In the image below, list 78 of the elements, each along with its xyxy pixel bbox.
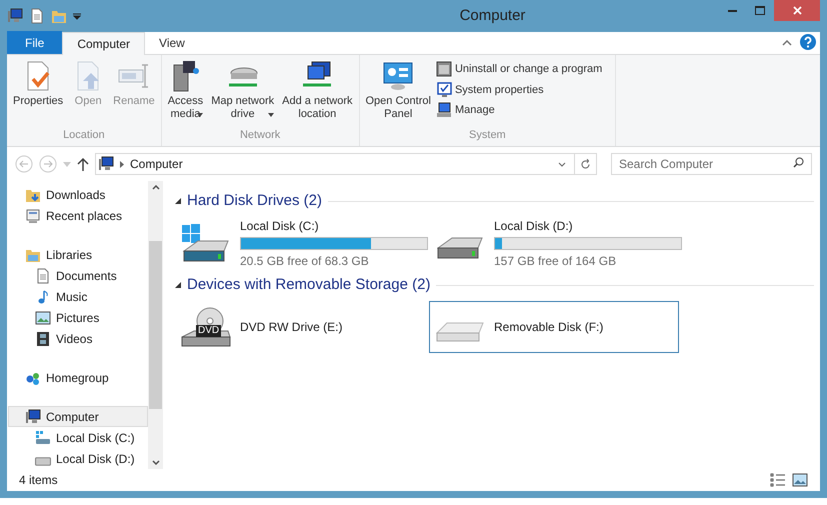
navigation-item[interactable]: Local Disk (C:) <box>8 427 148 448</box>
ribbon-button[interactable]: Access media <box>164 59 206 126</box>
chevron-up-icon <box>152 185 160 190</box>
navigation-item[interactable]: Libraries <box>8 244 148 265</box>
navigation-item[interactable]: Local Disk (D:) <box>8 448 148 469</box>
chevron-down-icon[interactable] <box>558 162 566 166</box>
navigation-item[interactable]: Downloads <box>8 184 148 205</box>
ribbon-tab[interactable]: Computer <box>62 32 146 55</box>
ribbon-button[interactable]: Add a network location <box>279 59 356 126</box>
caret-icon <box>268 113 274 117</box>
film-strip-icon <box>35 330 51 346</box>
document-icon <box>29 8 45 24</box>
collapse-ribbon-icon[interactable] <box>782 40 792 46</box>
navigation-item[interactable]: Computer <box>8 406 148 427</box>
expander-icon[interactable] <box>175 198 181 204</box>
program-window-icon <box>436 61 452 78</box>
caret-icon[interactable] <box>73 12 81 20</box>
free-space: 20.5 GB free of 68.3 GB <box>240 252 370 270</box>
drive-tile[interactable]: Local Disk (C:) 20.5 GB free of 68.3 GB <box>175 217 425 269</box>
computer-icon <box>98 156 114 172</box>
drive-tile[interactable]: Removable Disk (F:) <box>429 301 679 353</box>
drive-tile[interactable]: Local Disk (D:) 157 GB free of 164 GB <box>429 217 679 269</box>
section-header: Hard Disk Drives (2) <box>187 190 322 211</box>
details-view-icon[interactable] <box>770 473 786 487</box>
search-icon <box>793 157 804 168</box>
expander-icon[interactable] <box>175 282 181 288</box>
navigation-item[interactable]: Documents <box>8 265 148 286</box>
navigation-item[interactable]: Homegroup <box>8 367 148 388</box>
close-icon <box>792 6 802 15</box>
ribbon-tab[interactable]: File <box>7 31 62 54</box>
address-bar[interactable]: Computer <box>95 153 575 175</box>
ribbon-button[interactable]: Manage <box>436 102 602 118</box>
window-title: Computer <box>458 6 526 26</box>
large-icons-view-icon[interactable] <box>792 473 808 487</box>
computer-management-icon <box>436 102 452 118</box>
library-folder-icon <box>51 8 67 24</box>
drive-name: Local Disk (D:) <box>494 218 574 234</box>
ribbon-button[interactable]: Uninstall or change a program <box>436 61 602 78</box>
breadcrumb[interactable]: Computer <box>130 155 183 173</box>
picture-icon <box>35 310 51 326</box>
ribbon-tab[interactable]: View <box>145 31 199 54</box>
maximize-icon <box>755 6 765 15</box>
free-space: 157 GB free of 164 GB <box>494 252 618 270</box>
status-text: 4 items <box>19 472 58 489</box>
refresh-icon <box>580 158 591 170</box>
ribbon-button[interactable]: System properties <box>436 82 602 98</box>
chevron-right-icon <box>120 160 124 168</box>
close-button[interactable] <box>774 0 820 21</box>
drive-name: Removable Disk (F:) <box>494 319 604 336</box>
ribbon-group-label: System <box>468 128 507 142</box>
navigation-item[interactable]: Pictures <box>8 307 148 328</box>
document-icon <box>35 268 51 284</box>
refresh-button[interactable] <box>575 153 597 175</box>
ribbon-group-label: Location <box>62 128 106 142</box>
computer-icon <box>25 408 41 424</box>
navigation-item[interactable]: Recent places <box>8 205 148 226</box>
ribbon-group-label: Network <box>238 128 282 142</box>
navigation-item[interactable]: Videos <box>8 328 148 349</box>
minimize-icon <box>728 10 736 12</box>
ribbon-button[interactable]: Map network drive <box>208 59 278 126</box>
drive-name: DVD RW Drive (E:) <box>240 319 344 336</box>
monitor-check-icon <box>436 82 452 98</box>
up-arrow-icon[interactable] <box>77 157 89 171</box>
help-icon[interactable] <box>800 34 816 50</box>
drive-icon <box>35 457 51 466</box>
section-header: Devices with Removable Storage (2) <box>187 274 430 295</box>
scrollbar[interactable] <box>148 181 163 469</box>
search-field[interactable]: Search Computer <box>611 153 812 175</box>
drive-name: Local Disk (C:) <box>240 218 320 234</box>
ribbon-button[interactable]: Open Control Panel <box>362 59 434 126</box>
scrollbar-thumb[interactable] <box>149 241 162 409</box>
computer-icon <box>7 8 23 24</box>
ribbon-button[interactable]: Properties <box>10 59 66 126</box>
drive-windows-icon <box>35 430 51 446</box>
recent-places-icon <box>25 208 41 224</box>
drive-tile[interactable]: DVD DVD RW Drive (E:) <box>175 301 425 353</box>
chevron-down-icon <box>152 460 160 465</box>
navigation-item[interactable]: Music <box>8 286 148 307</box>
